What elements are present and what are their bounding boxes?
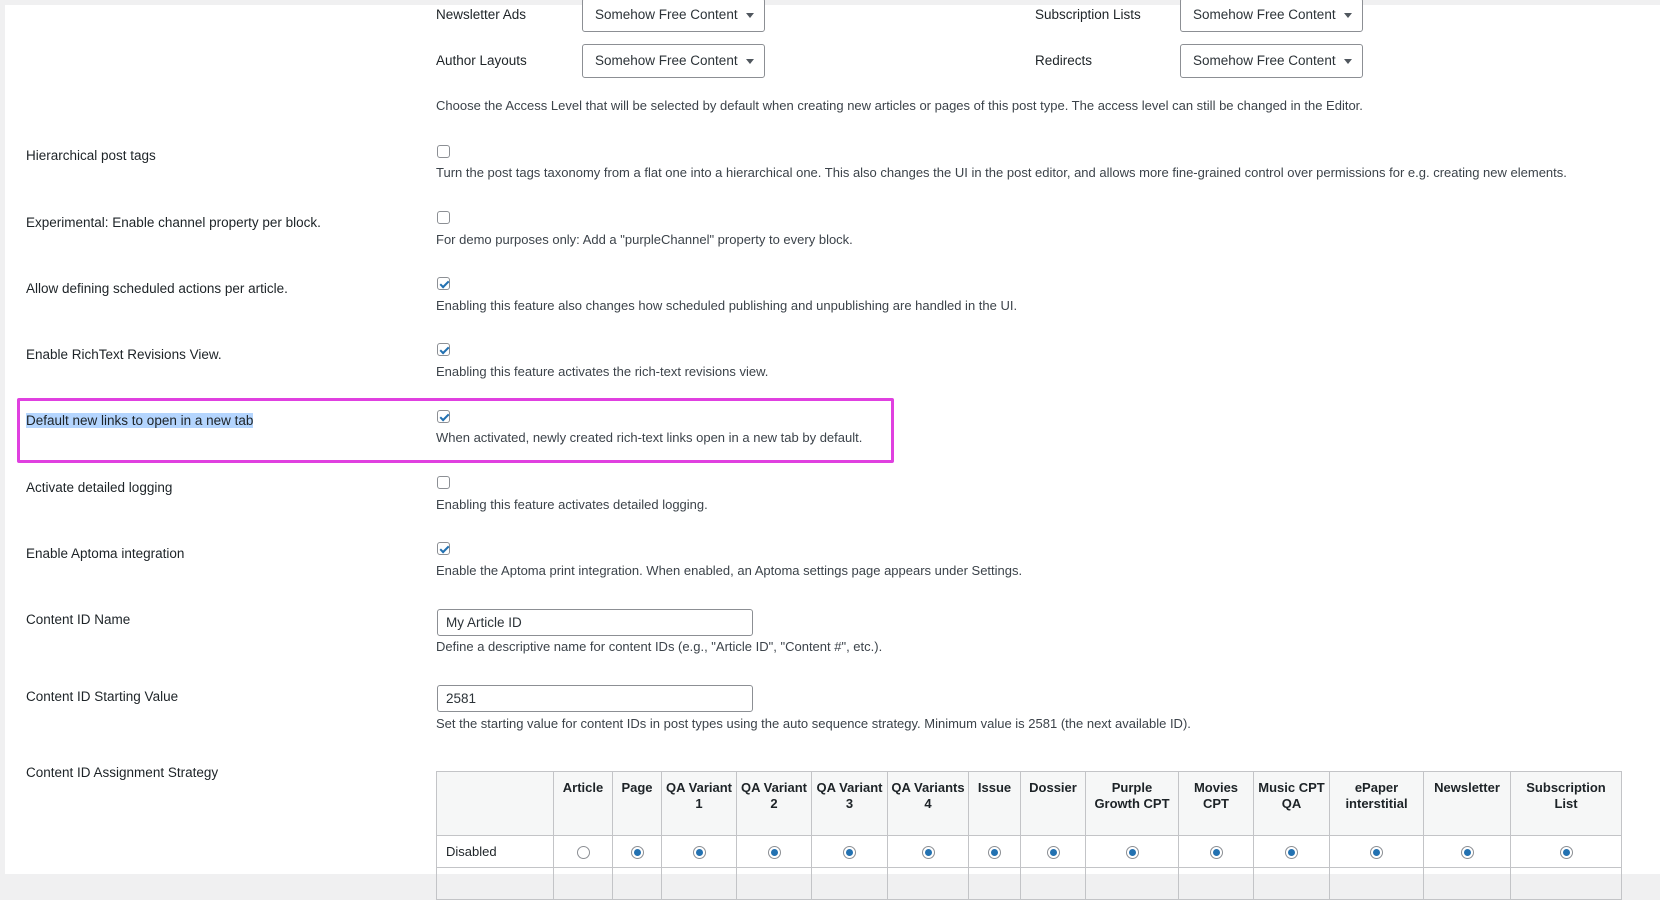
strategy-radio[interactable]	[1046, 846, 1060, 860]
column-header: Subscription List	[1510, 771, 1622, 836]
strategy-radio[interactable]	[1460, 846, 1474, 860]
table-row	[436, 867, 1622, 900]
strategy-table: Article Page QA Variant 1 QA Variant 2 Q…	[436, 771, 1622, 900]
strategy-radio[interactable]	[988, 846, 1001, 860]
setting-label-detailed-logging: Activate detailed logging	[26, 480, 173, 495]
setting-label-scheduled-actions: Allow defining scheduled actions per art…	[26, 281, 288, 296]
strategy-radio[interactable]	[921, 846, 935, 860]
hierarchical-tags-checkbox[interactable]	[437, 145, 450, 158]
chevron-down-icon	[746, 59, 754, 64]
detailed-logging-checkbox[interactable]	[437, 476, 450, 489]
chevron-down-icon	[1344, 59, 1352, 64]
strategy-radio[interactable]	[1209, 846, 1223, 860]
content-id-start-label: Content ID Starting Value	[26, 689, 179, 704]
setting-label-channel-property: Experimental: Enable channel property pe…	[26, 215, 321, 230]
richtext-revisions-checkbox[interactable]	[437, 343, 450, 356]
content-id-start-description: Set the starting value for content IDs i…	[436, 716, 1191, 731]
column-header: QA Variant 3	[811, 771, 888, 836]
author-layouts-select[interactable]: Somehow Free Content	[582, 44, 765, 78]
author-layouts-value: Somehow Free Content	[595, 53, 738, 68]
newsletter-ads-label: Newsletter Ads	[436, 7, 527, 22]
column-header: QA Variants 4	[887, 771, 969, 836]
row-label-disabled: Disabled	[436, 835, 554, 868]
newsletter-ads-value: Somehow Free Content	[595, 7, 738, 22]
setting-label-aptoma: Enable Aptoma integration	[26, 546, 185, 561]
setting-description: Enabling this feature activates the rich…	[436, 364, 769, 379]
strategy-radio[interactable]	[1285, 846, 1298, 860]
strategy-radio[interactable]	[692, 846, 706, 860]
setting-description: Enabling this feature also changes how s…	[436, 298, 1018, 313]
column-header: Movies CPT	[1178, 771, 1254, 836]
strategy-radio[interactable]	[630, 846, 644, 860]
aptoma-checkbox[interactable]	[437, 542, 450, 555]
setting-description: Enable the Aptoma print integration. Whe…	[436, 563, 1023, 578]
strategy-radio[interactable]	[1559, 846, 1573, 860]
table-header-row: Article Page QA Variant 1 QA Variant 2 Q…	[436, 771, 1622, 836]
redirects-label: Redirects	[1035, 53, 1093, 68]
chevron-down-icon	[746, 13, 754, 18]
redirects-value: Somehow Free Content	[1193, 53, 1336, 68]
setting-label-richtext-revisions: Enable RichText Revisions View.	[26, 347, 222, 362]
setting-label-hierarchical-tags: Hierarchical post tags	[26, 148, 156, 163]
settings-page: Newsletter Ads Somehow Free Content Subs…	[5, 0, 1660, 900]
column-header: Music CPT QA	[1253, 771, 1330, 836]
table-row: Disabled	[436, 835, 1622, 868]
setting-description: Turn the post tags taxonomy from a flat …	[436, 165, 1567, 180]
subscription-lists-value: Somehow Free Content	[1193, 7, 1336, 22]
content-id-name-input[interactable]: My Article ID	[437, 609, 753, 636]
setting-description: When activated, newly created rich-text …	[436, 430, 863, 445]
strategy-radio[interactable]	[1370, 846, 1383, 860]
content-id-start-input[interactable]: 2581	[437, 685, 753, 712]
redirects-select[interactable]: Somehow Free Content	[1180, 44, 1363, 78]
content-id-name-description: Define a descriptive name for content ID…	[436, 639, 883, 654]
strategy-radio[interactable]	[767, 846, 781, 860]
content-id-name-label: Content ID Name	[26, 612, 131, 627]
column-header: Newsletter	[1423, 771, 1511, 836]
column-header: ePaper interstitial	[1329, 771, 1424, 836]
author-layouts-label: Author Layouts	[436, 53, 527, 68]
column-header: Page	[612, 771, 662, 836]
access-level-description: Choose the Access Level that will be sel…	[436, 98, 1363, 113]
column-header: Purple Growth CPT	[1085, 771, 1179, 836]
strategy-radio[interactable]	[843, 846, 856, 860]
column-header: QA Variant 1	[661, 771, 737, 836]
subscription-lists-label: Subscription Lists	[1035, 7, 1141, 22]
selected-label-text: Default new links to open in a new tab	[26, 413, 254, 428]
setting-label-new-tab-links: Default new links to open in a new tab	[26, 413, 254, 428]
setting-description: Enabling this feature activates detailed…	[436, 497, 708, 512]
strategy-radio[interactable]	[576, 846, 590, 860]
column-header: Issue	[968, 771, 1021, 836]
channel-property-checkbox[interactable]	[437, 211, 450, 224]
column-header: Dossier	[1020, 771, 1086, 836]
scheduled-actions-checkbox[interactable]	[437, 277, 450, 290]
strategy-radio[interactable]	[1125, 846, 1139, 860]
newsletter-ads-select[interactable]: Somehow Free Content	[582, 0, 765, 32]
column-header: Article	[553, 771, 613, 836]
column-header: QA Variant 2	[736, 771, 812, 836]
strategy-label: Content ID Assignment Strategy	[26, 765, 219, 780]
chevron-down-icon	[1344, 13, 1352, 18]
new-tab-links-checkbox[interactable]	[437, 410, 450, 423]
subscription-lists-select[interactable]: Somehow Free Content	[1180, 0, 1363, 32]
setting-description: For demo purposes only: Add a "purpleCha…	[436, 232, 853, 247]
table-header-empty	[436, 771, 554, 836]
